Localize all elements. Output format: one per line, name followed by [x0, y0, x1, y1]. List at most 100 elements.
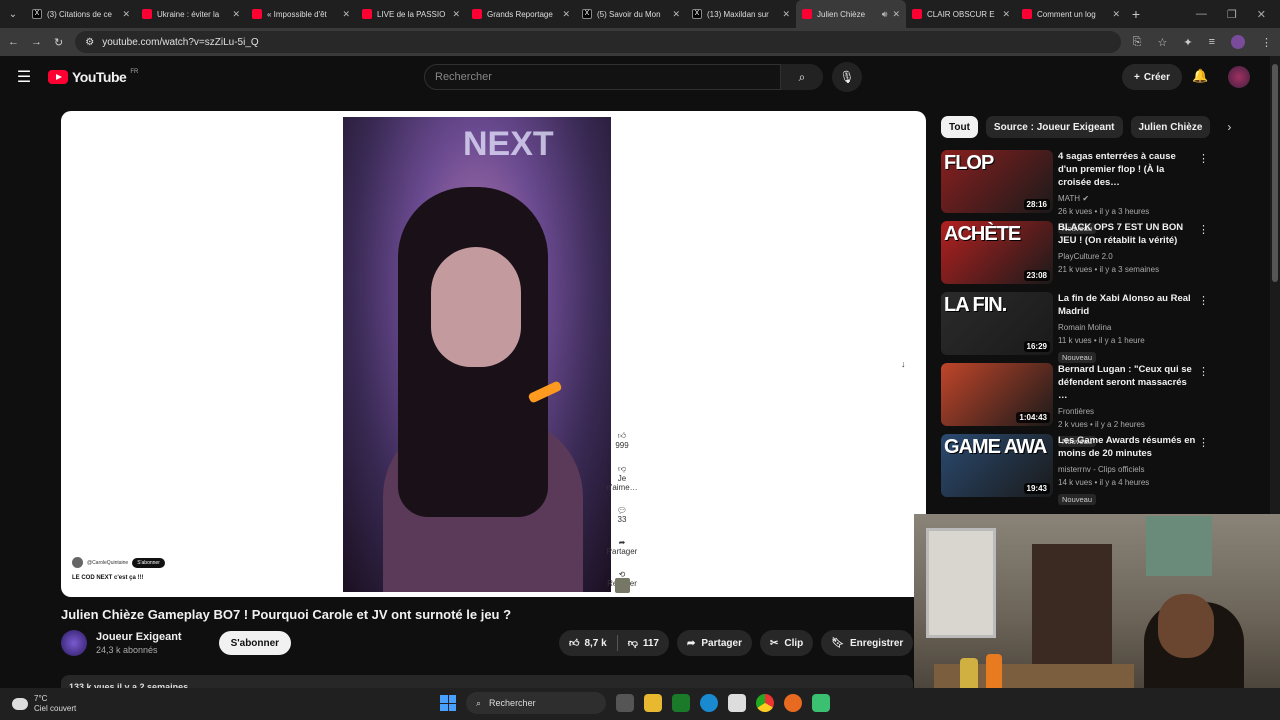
site-info-icon[interactable]: ⚙: [85, 37, 94, 48]
recommendation-item[interactable]: LA FIN. 16:29 La fin de Xabi Alonso au Rea…: [941, 292, 1213, 363]
create-button[interactable]: + Créer: [1122, 64, 1182, 90]
dislike-button[interactable]: 👎︎ 117: [618, 630, 669, 656]
short-action[interactable]: 👍︎ 999: [615, 431, 628, 450]
video-thumbnail[interactable]: 1:04:43: [941, 363, 1053, 426]
browser-tab[interactable]: Julien Chièze 🔊︎ ✕: [796, 0, 906, 28]
subscribe-button[interactable]: S'abonner: [218, 631, 292, 655]
filter-chip[interactable]: Source : Joueur Exigeant: [985, 116, 1123, 138]
search-button[interactable]: ⌕: [781, 64, 823, 90]
tab-close-icon[interactable]: ✕: [452, 9, 460, 20]
kebab-menu-icon[interactable]: ⋮: [1198, 223, 1209, 236]
tab-close-icon[interactable]: ✕: [892, 9, 900, 20]
browser-menu-icon[interactable]: ⋮: [1261, 36, 1272, 49]
weather-widget[interactable]: 7°C Ciel couvert: [0, 694, 76, 714]
edge-icon[interactable]: [700, 694, 718, 712]
youtube-logo[interactable]: YouTube FR: [48, 69, 138, 85]
back-icon[interactable]: ←: [8, 36, 19, 48]
tab-close-icon[interactable]: ✕: [122, 9, 130, 20]
tab-close-icon[interactable]: ✕: [782, 9, 790, 20]
browser-tab[interactable]: X (13) Maxildan sur ✕: [686, 0, 796, 28]
recommendation-title[interactable]: BLACK OPS 7 EST UN BON JEU ! (On rétabli…: [1058, 221, 1197, 247]
recommendation-channel[interactable]: Frontières: [1058, 407, 1094, 416]
channel-avatar[interactable]: [61, 630, 87, 656]
speaker-icon[interactable]: 🔊︎: [882, 9, 888, 20]
tab-close-icon[interactable]: ✕: [672, 9, 680, 20]
file-explorer-icon[interactable]: [644, 694, 662, 712]
filter-chip[interactable]: Julien Chièze: [1130, 116, 1211, 138]
browser-tab[interactable]: CLAIR OBSCUR E ✕: [906, 0, 1016, 28]
recommendation-channel[interactable]: PlayCulture 2.0: [1058, 252, 1113, 261]
kebab-menu-icon[interactable]: ⋮: [1198, 152, 1209, 165]
clip-button[interactable]: ✂ Clip: [759, 630, 814, 656]
task-view-icon[interactable]: [616, 694, 634, 712]
recommendation-channel[interactable]: Romain Molina: [1058, 323, 1111, 332]
short-action[interactable]: 💬︎ 33: [617, 506, 627, 524]
video-thumbnail[interactable]: FLOP 28:16: [941, 150, 1053, 213]
voice-search-button[interactable]: 🎙: [832, 62, 862, 92]
tab-close-icon[interactable]: ✕: [342, 9, 350, 20]
tab-close-icon[interactable]: ✕: [1002, 9, 1010, 20]
kebab-menu-icon[interactable]: ⋮: [1198, 436, 1209, 449]
tab-close-icon[interactable]: ✕: [562, 9, 570, 20]
minimize-icon[interactable]: —: [1196, 8, 1207, 21]
short-action[interactable]: 👎︎ Je n'aime…: [606, 464, 637, 492]
recommendation-item[interactable]: GAME AWA 19:43 Les Game Awards résumés en …: [941, 434, 1213, 505]
chrome-icon[interactable]: [756, 694, 774, 712]
bookmark-star-icon[interactable]: ☆: [1157, 36, 1167, 49]
browser-tab[interactable]: Comment un log ✕: [1016, 0, 1126, 28]
short-action[interactable]: ➦ Partager: [607, 538, 638, 556]
store-icon[interactable]: [728, 694, 746, 712]
tab-search-icon[interactable]: ⌄: [0, 0, 26, 28]
recommendation-item[interactable]: 1:04:43 Bernard Lugan : "Ceux qui se défe…: [941, 363, 1213, 447]
kebab-menu-icon[interactable]: ⋮: [1198, 365, 1209, 378]
scrollbar-thumb[interactable]: [1272, 64, 1278, 282]
account-avatar[interactable]: [1228, 66, 1250, 88]
channel-name[interactable]: Joueur Exigeant: [96, 631, 182, 643]
forward-icon[interactable]: →: [31, 36, 42, 48]
tab-close-icon[interactable]: ✕: [232, 9, 240, 20]
video-thumbnail[interactable]: LA FIN. 16:29: [941, 292, 1053, 355]
android-app-icon[interactable]: [812, 694, 830, 712]
install-app-icon[interactable]: ⎘: [1133, 36, 1142, 49]
browser-tab[interactable]: X (5) Savoir du Mon ✕: [576, 0, 686, 28]
reload-icon[interactable]: ↻: [54, 36, 63, 49]
recommendation-title[interactable]: La fin de Xabi Alonso au Real Madrid: [1058, 292, 1197, 318]
scroll-down-icon[interactable]: ↓: [901, 359, 906, 369]
new-tab-button[interactable]: +: [1126, 6, 1146, 22]
extensions-icon[interactable]: ✦: [1183, 36, 1192, 49]
search-input[interactable]: Rechercher: [424, 64, 781, 90]
recommendation-title[interactable]: Bernard Lugan : "Ceux qui se défendent s…: [1058, 363, 1197, 402]
save-button[interactable]: 🔖︎ Enregistrer: [821, 630, 914, 656]
recommendation-channel[interactable]: misterrnv - Clips officiels: [1058, 465, 1145, 474]
recommendation-item[interactable]: ACHÈTE 23:08 BLACK OPS 7 EST UN BON JEU ! …: [941, 221, 1213, 292]
browser-tab[interactable]: LIVE de la PASSIO ✕: [356, 0, 466, 28]
recommendation-title[interactable]: Les Game Awards résumés en moins de 20 m…: [1058, 434, 1197, 460]
video-thumbnail[interactable]: GAME AWA 19:43: [941, 434, 1053, 497]
browser-tab[interactable]: Ukraine : éviter la ✕: [136, 0, 246, 28]
browser-tab[interactable]: « Impossible d'êt ✕: [246, 0, 356, 28]
hamburger-menu-icon[interactable]: ☰: [0, 67, 48, 87]
close-window-icon[interactable]: ✕: [1257, 8, 1266, 21]
recommendation-title[interactable]: 4 sagas enterrées à cause d'un premier f…: [1058, 150, 1197, 189]
video-thumbnail[interactable]: ACHÈTE 23:08: [941, 221, 1053, 284]
filter-chip[interactable]: Tout: [941, 116, 978, 138]
media-controls-icon[interactable]: ≡: [1209, 36, 1215, 48]
like-button[interactable]: 👍︎ 8,7 k: [559, 630, 617, 656]
video-player[interactable]: NEXT 👍︎999👎︎Je n'aime…💬︎33➦Partager⟲Remi…: [61, 111, 926, 597]
browser-tab[interactable]: X (3) Citations de ce ✕: [26, 0, 136, 28]
notifications-bell-icon[interactable]: 🔔: [1192, 68, 1208, 84]
recommendation-item[interactable]: FLOP 28:16 4 sagas enterrées à cause d'un …: [941, 150, 1213, 234]
maximize-icon[interactable]: ❐: [1227, 8, 1237, 21]
firefox-icon[interactable]: [784, 694, 802, 712]
kebab-menu-icon[interactable]: ⋮: [1198, 294, 1209, 307]
recommendation-channel[interactable]: MATH: [1058, 194, 1080, 203]
windows-start-icon[interactable]: [440, 695, 456, 711]
nvidia-icon[interactable]: [672, 694, 690, 712]
url-field[interactable]: ⚙ youtube.com/watch?v=szZiLu-5i_Q: [75, 31, 1121, 53]
share-button[interactable]: ➦ Partager: [677, 630, 752, 656]
taskbar-search[interactable]: ⌕ Rechercher: [466, 692, 606, 714]
browser-tab[interactable]: Grands Reportage ✕: [466, 0, 576, 28]
tab-close-icon[interactable]: ✕: [1112, 9, 1120, 20]
chevron-right-icon[interactable]: ›: [1218, 120, 1240, 134]
profile-avatar[interactable]: [1231, 35, 1245, 49]
